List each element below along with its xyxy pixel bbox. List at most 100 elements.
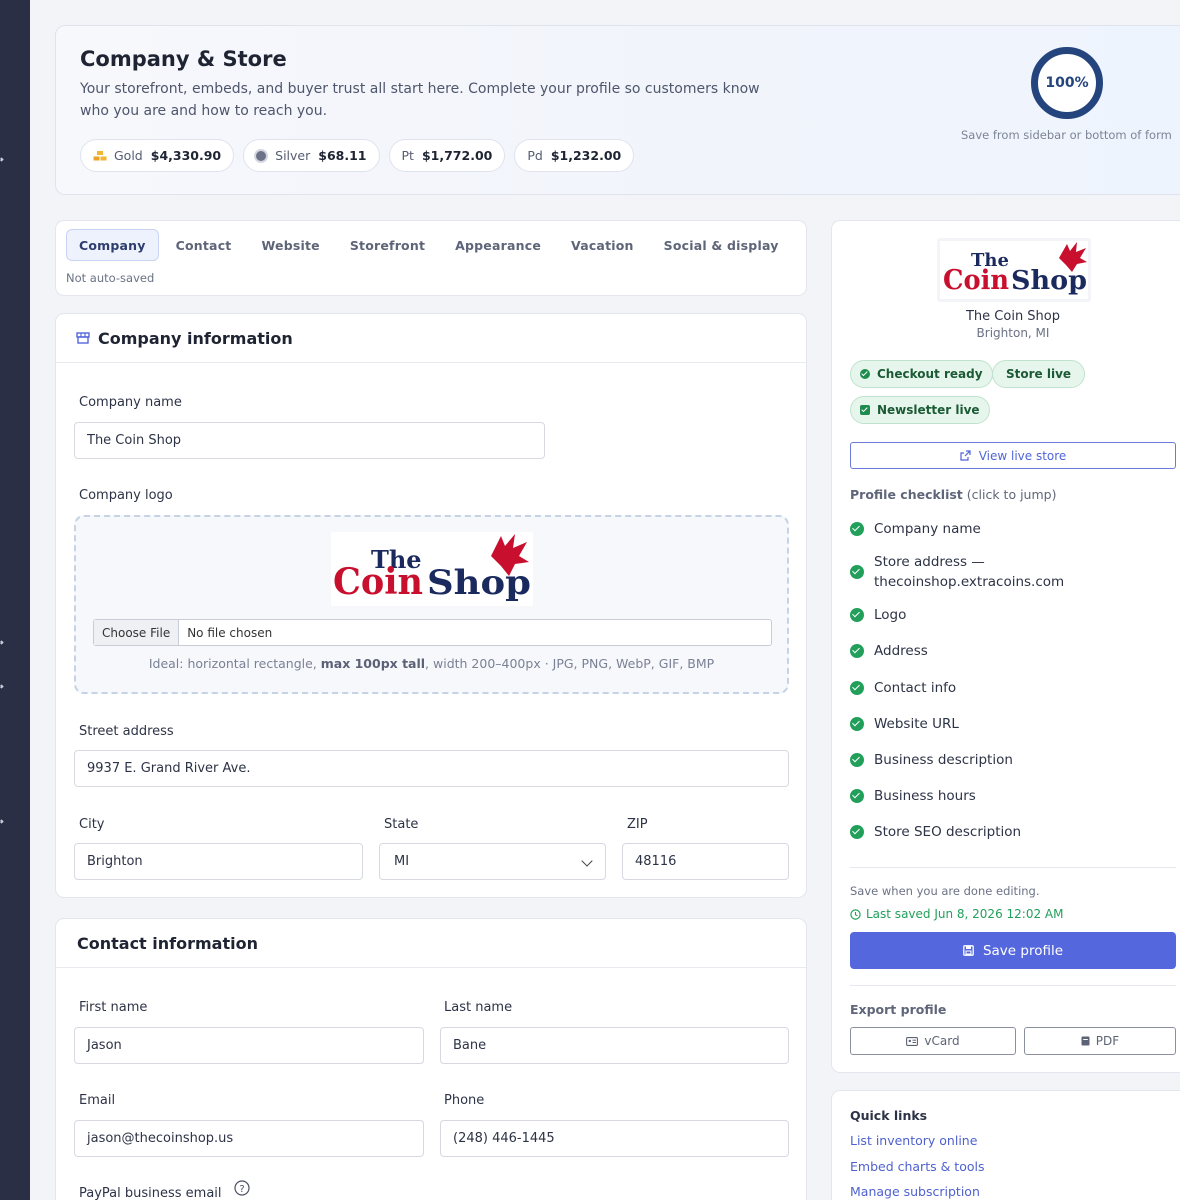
chevron-icon[interactable] [0, 684, 4, 689]
check-circle-icon [850, 522, 864, 536]
company-information-card: Company information Company name The Coi… [55, 313, 807, 898]
divider [850, 985, 1176, 986]
checklist-title: Profile checklist (click to jump) [850, 487, 1057, 502]
silver-coin-icon [256, 150, 267, 161]
price-pill-platinum: Pt $1,772.00 [388, 139, 506, 172]
completion-percent: 100% [1045, 75, 1089, 91]
autosave-note: Not auto-saved [66, 271, 155, 285]
tab-appearance[interactable]: Appearance [442, 229, 554, 261]
street-address-label: Street address [79, 724, 174, 739]
checklist-item[interactable]: Website URL [850, 714, 959, 734]
newsletter-live-badge: Newsletter live [850, 396, 990, 424]
chevron-icon[interactable] [0, 157, 4, 162]
tab-storefront[interactable]: Storefront [337, 229, 438, 261]
export-pdf-button[interactable]: PDF [1024, 1027, 1176, 1055]
checklist-item[interactable]: Contact info [850, 678, 956, 698]
contact-information-card: Contact information First name Jason Las… [55, 918, 807, 1200]
svg-text:Coin: Coin [943, 265, 1009, 296]
checklist-item[interactable]: Company name [850, 519, 981, 539]
check-circle-icon [850, 825, 864, 839]
tab-website[interactable]: Website [248, 229, 332, 261]
tab-contact[interactable]: Contact [163, 229, 245, 261]
page-subtitle: Your storefront, embeds, and buyer trust… [80, 81, 760, 119]
checklist-item[interactable]: Store SEO description [850, 822, 1021, 842]
checklist-item[interactable]: Store address — thecoinshop.extracoins.c… [850, 552, 1080, 592]
last-name-label: Last name [444, 1000, 513, 1015]
checklist-item[interactable]: Business hours [850, 786, 976, 806]
city-input[interactable]: Brighton [74, 843, 363, 880]
section-header: Contact information [56, 919, 806, 968]
mail-icon [860, 405, 870, 415]
help-icon[interactable]: ? [234, 1180, 250, 1196]
tab-company[interactable]: Company [66, 229, 159, 261]
zip-label: ZIP [627, 817, 648, 832]
price-pill-palladium: Pd $1,232.00 [514, 139, 635, 172]
id-card-icon [906, 1036, 919, 1046]
section-title: Contact information [77, 933, 258, 953]
last-saved-status: Last saved Jun 8, 2026 12:02 AM [850, 907, 1063, 921]
chevron-down-icon [581, 855, 593, 867]
file-status: No file chosen [187, 625, 273, 640]
clock-icon [850, 908, 861, 920]
svg-text:Coin: Coin [333, 561, 423, 603]
choose-file-button[interactable]: Choose File [94, 620, 180, 645]
logo-file-input[interactable]: Choose File No file chosen [93, 619, 772, 646]
export-title: Export profile [850, 1002, 947, 1017]
link-manage-subscription[interactable]: Manage subscription [850, 1184, 980, 1199]
svg-text:Shop: Shop [1011, 266, 1087, 296]
zip-input[interactable]: 48116 [622, 843, 789, 880]
company-name-label: Company name [79, 395, 182, 410]
checklist-item[interactable]: Business description [850, 750, 1013, 770]
profile-summary-card: The Coin Shop The Coin Shop Brighton, MI… [831, 220, 1180, 1073]
profile-location: Brighton, MI [976, 326, 1050, 340]
save-profile-button[interactable]: Save profile [850, 932, 1176, 969]
first-name-input[interactable]: Jason [74, 1027, 424, 1064]
logo-dropzone[interactable]: The Coin Shop Choose File No file chosen… [74, 515, 789, 694]
profile-logo: The Coin Shop [937, 238, 1091, 302]
section-header: Company information [56, 314, 806, 363]
section-title: Company information [98, 328, 293, 348]
external-link-icon [960, 450, 971, 461]
checklist-item[interactable]: Logo [850, 605, 906, 625]
pdf-file-icon [1081, 1036, 1090, 1046]
phone-label: Phone [444, 1093, 485, 1108]
metal-prices: Gold $4,330.90 Silver $68.11 Pt $1,772.0… [80, 139, 635, 172]
save-note: Save when you are done editing. [850, 884, 1040, 898]
quick-links-card: Quick links List inventory online Embed … [831, 1090, 1180, 1200]
checklist-item[interactable]: Address [850, 641, 928, 661]
chevron-icon[interactable] [0, 640, 4, 645]
divider [850, 867, 1176, 868]
export-vcard-button[interactable]: vCard [850, 1027, 1016, 1055]
state-selected-value: MI [394, 854, 410, 869]
store-icon [76, 332, 90, 344]
state-label: State [384, 817, 419, 832]
section-tabs: Company Contact Website Storefront Appea… [55, 220, 807, 296]
street-address-input[interactable]: 9937 E. Grand River Ave. [74, 750, 789, 787]
profile-name: The Coin Shop [965, 309, 1061, 324]
price-pill-silver: Silver $68.11 [243, 139, 380, 172]
check-circle-icon [850, 681, 864, 695]
email-input[interactable]: jason@thecoinshop.us [74, 1120, 424, 1157]
page-hero: Company & Store Your storefront, embeds,… [55, 25, 1180, 195]
link-embed-charts[interactable]: Embed charts & tools [850, 1159, 985, 1174]
company-name-input[interactable]: The Coin Shop [74, 422, 545, 459]
check-circle-icon [850, 789, 864, 803]
view-live-store-button[interactable]: View live store [850, 442, 1176, 469]
link-list-inventory[interactable]: List inventory online [850, 1133, 977, 1148]
phone-input[interactable]: (248) 446-1445 [440, 1120, 789, 1157]
chevron-icon[interactable] [0, 819, 4, 824]
company-logo: The Coin Shop [331, 532, 533, 606]
completion-ring: 100% [1031, 47, 1103, 119]
tab-social-display[interactable]: Social & display [651, 229, 792, 261]
quick-links-title: Quick links [850, 1108, 928, 1123]
last-name-input[interactable]: Bane [440, 1027, 789, 1064]
tab-vacation[interactable]: Vacation [558, 229, 647, 261]
check-circle-icon [850, 753, 864, 767]
company-logo-label: Company logo [79, 488, 173, 503]
logo-guidelines: Ideal: horizontal rectangle, max 100px t… [148, 656, 715, 671]
state-select[interactable]: MI [379, 843, 606, 880]
check-circle-icon [860, 369, 870, 379]
page-title: Company & Store [80, 47, 287, 71]
app-sidebar [0, 0, 30, 1200]
price-pill-gold: Gold $4,330.90 [80, 139, 235, 172]
